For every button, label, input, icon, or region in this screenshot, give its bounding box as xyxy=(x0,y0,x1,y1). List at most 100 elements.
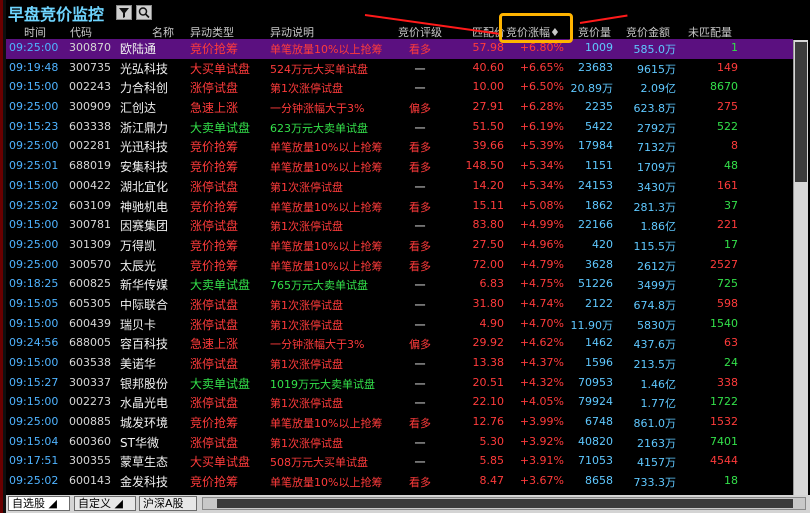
code-cell: 600825 xyxy=(69,277,111,291)
table-row[interactable]: 09:15:00 603538 美诺华 涨停试盘 第1次涨停试盘 一 13.38 +4.37%… xyxy=(6,354,793,374)
table-row[interactable]: 09:25:00 301309 万得凯 竞价抢筹 单笔放量10%以上抢筹 看多 27.50 +… xyxy=(6,236,793,256)
unmatched-cell: 1722 xyxy=(710,395,738,409)
desc-cell: 1019万元大卖单试盘 xyxy=(270,377,375,391)
table-row[interactable]: 09:25:00 300570 太辰光 竞价抢筹 单笔放量10%以上抢筹 看多 72.00 +… xyxy=(6,256,793,276)
amount-cell: 1.46亿 xyxy=(640,377,677,391)
volume-cell: 70953 xyxy=(578,375,613,389)
table-row[interactable]: 09:19:48 300735 光弘科技 大买单试盘 524万元大买单试盘 一 40.60 +… xyxy=(6,59,793,79)
table-header: 时间 代码 名称 异动类型 异动说明 竞价评级 匹配价 竞价涨幅♦ 竞价量 竞价… xyxy=(6,22,793,39)
table-row[interactable]: 09:15:00 002243 力合科创 涨停试盘 第1次涨停试盘 一 10.00 +6.50… xyxy=(6,78,793,98)
desc-cell: 单笔放量10%以上抢筹 xyxy=(270,141,383,155)
price-cell: 8.47 xyxy=(479,474,505,488)
tab-shanghai-shenzhen-a[interactable]: 沪深A股 xyxy=(139,496,197,511)
time-cell: 09:15:00 xyxy=(9,178,59,192)
table-row[interactable]: 09:15:27 300337 银邦股份 大卖单试盘 1019万元大卖单试盘 一 20.51… xyxy=(6,374,793,394)
vertical-scrollbar[interactable] xyxy=(793,40,808,495)
price-cell: 148.50 xyxy=(465,159,505,173)
tab-watchlist[interactable]: 自选股 ◢ xyxy=(8,496,70,511)
name-cell: 安集科技 xyxy=(120,160,169,175)
table-row[interactable]: 09:25:00 300909 汇创达 急速上涨 一分钟涨幅大于3% 偏多 27.91 +6.… xyxy=(6,98,793,118)
time-cell: 09:25:00 xyxy=(9,139,59,153)
vertical-scroll-thumb[interactable] xyxy=(795,42,807,182)
type-cell: 竞价抢筹 xyxy=(190,258,239,273)
table-row[interactable]: 09:15:00 300781 因赛集团 涨停试盘 第1次涨停试盘 一 83.80 +4.99… xyxy=(6,216,793,236)
desc-cell: 第1次涨停试盘 xyxy=(270,220,343,234)
type-cell: 涨停试盘 xyxy=(190,219,239,234)
table-row[interactable]: 09:15:00 600439 瑞贝卡 涨停试盘 第1次涨停试盘 一 4.90 +4.70% 1… xyxy=(6,315,793,335)
type-cell: 急速上涨 xyxy=(190,337,239,352)
col-volume[interactable]: 竞价量 xyxy=(578,24,611,40)
table-row[interactable]: 09:25:02 600143 金发科技 竞价抢筹 单笔放量10%以上抢筹 看多 8.47 +… xyxy=(6,472,793,492)
filter-button[interactable] xyxy=(116,5,132,20)
table-row[interactable]: 09:17:51 300355 蒙草生态 大买单试盘 508万元大买单试盘 一 5.85 +3… xyxy=(6,452,793,472)
name-cell: 湖北宜化 xyxy=(120,179,169,194)
col-time[interactable]: 时间 xyxy=(24,24,46,40)
name-cell: 中际联合 xyxy=(120,297,169,312)
table-row[interactable]: 09:15:05 605305 中际联合 涨停试盘 第1次涨停试盘 一 31.80 +4.74… xyxy=(6,295,793,315)
table-row[interactable]: 09:25:02 603109 神驰机电 竞价抢筹 单笔放量10%以上抢筹 看多 15.11… xyxy=(6,197,793,217)
unmatched-cell: 48 xyxy=(724,159,738,173)
table-row[interactable]: 09:15:00 002273 水晶光电 涨停试盘 第1次涨停试盘 一 22.10 +4.05… xyxy=(6,393,793,413)
table-row[interactable]: 09:25:00 000885 城发环境 竞价抢筹 单笔放量10%以上抢筹 看多 12.76… xyxy=(6,413,793,433)
volume-cell: 1462 xyxy=(585,336,613,350)
unmatched-cell: 17 xyxy=(724,237,738,251)
desc-cell: 765万元大卖单试盘 xyxy=(270,279,368,293)
type-cell: 大买单试盘 xyxy=(190,61,251,76)
time-cell: 09:25:00 xyxy=(9,237,59,251)
change-cell: +6.65% xyxy=(519,60,564,74)
rating-cell: 一 xyxy=(414,377,426,391)
tab-custom[interactable]: 自定义 ◢ xyxy=(74,496,136,511)
unmatched-cell: 149 xyxy=(717,60,738,74)
name-cell: 金发科技 xyxy=(120,475,169,490)
name-cell: 欧陆通 xyxy=(120,42,157,56)
rating-cell: 一 xyxy=(414,358,426,371)
price-cell: 39.66 xyxy=(472,139,505,153)
table-row[interactable]: 09:25:00 002281 光迅科技 竞价抢筹 单笔放量10%以上抢筹 看多 39.66… xyxy=(6,137,793,157)
name-cell: 力合科创 xyxy=(120,81,169,96)
col-desc[interactable]: 异动说明 xyxy=(270,24,314,40)
price-cell: 12.76 xyxy=(472,415,505,429)
price-cell: 72.00 xyxy=(472,257,505,271)
rating-cell: 偏多 xyxy=(409,102,431,116)
filter-icon xyxy=(119,8,129,18)
rating-cell: 一 xyxy=(414,82,426,96)
type-cell: 涨停试盘 xyxy=(190,396,239,411)
time-cell: 09:15:00 xyxy=(9,356,59,369)
horizontal-scrollbar[interactable] xyxy=(202,497,806,510)
change-cell: +5.39% xyxy=(519,139,564,153)
col-amount[interactable]: 竞价金额 xyxy=(626,24,670,40)
volume-cell: 20.89万 xyxy=(570,82,614,96)
col-rating[interactable]: 竞价评级 xyxy=(398,24,442,40)
time-cell: 09:17:51 xyxy=(9,454,59,468)
code-cell: 600360 xyxy=(69,434,111,448)
amount-cell: 1709万 xyxy=(637,161,676,175)
rating-cell: 看多 xyxy=(409,161,431,175)
change-cell: +3.99% xyxy=(519,415,564,429)
col-code[interactable]: 代码 xyxy=(70,24,92,40)
volume-cell: 71053 xyxy=(578,454,613,468)
table-row[interactable]: 09:18:25 600825 新华传媒 大卖单试盘 765万元大卖单试盘 一 6.83 +4… xyxy=(6,275,793,295)
desc-cell: 第1次涨停试盘 xyxy=(270,318,343,332)
table-row[interactable]: 09:15:23 603338 浙江鼎力 大卖单试盘 623万元大卖单试盘 一 51.50 +… xyxy=(6,118,793,138)
time-cell: 09:25:00 xyxy=(9,257,59,271)
col-name[interactable]: 名称 xyxy=(152,24,174,40)
horizontal-scroll-thumb[interactable] xyxy=(217,499,793,508)
table-row[interactable]: 09:15:00 000422 湖北宜化 涨停试盘 第1次涨停试盘 一 14.20 +5.34… xyxy=(6,177,793,197)
col-unmatched[interactable]: 未匹配量 xyxy=(688,24,732,40)
change-cell: +4.75% xyxy=(519,277,564,291)
col-type[interactable]: 异动类型 xyxy=(190,24,234,40)
table-row[interactable]: 09:24:56 688005 容百科技 急速上涨 一分钟涨幅大于3% 偏多 29.92 +4… xyxy=(6,334,793,354)
bottom-tab-bar: 自选股 ◢ 自定义 ◢ 沪深A股 xyxy=(6,495,810,513)
name-cell: 瑞贝卡 xyxy=(120,317,157,332)
change-cell: +4.96% xyxy=(519,237,564,251)
desc-cell: 508万元大买单试盘 xyxy=(270,456,368,470)
table-row[interactable]: 09:25:01 688019 安集科技 竞价抢筹 单笔放量10%以上抢筹 看多 148.5… xyxy=(6,157,793,177)
search-button[interactable] xyxy=(136,5,152,20)
amount-cell: 2163万 xyxy=(637,436,676,450)
amount-cell: 733.3万 xyxy=(633,476,677,490)
desc-cell: 一分钟涨幅大于3% xyxy=(270,338,365,352)
table-row[interactable]: 09:15:04 600360 ST华微 涨停试盘 第1次涨停试盘 一 5.30 +3.92%… xyxy=(6,433,793,453)
table-row[interactable]: 09:25:00 300870 欧陆通 竞价抢筹 单笔放量10%以上抢筹 看多 57.98 +… xyxy=(6,39,793,59)
type-cell: 涨停试盘 xyxy=(190,357,239,371)
rating-cell: 看多 xyxy=(409,239,431,253)
